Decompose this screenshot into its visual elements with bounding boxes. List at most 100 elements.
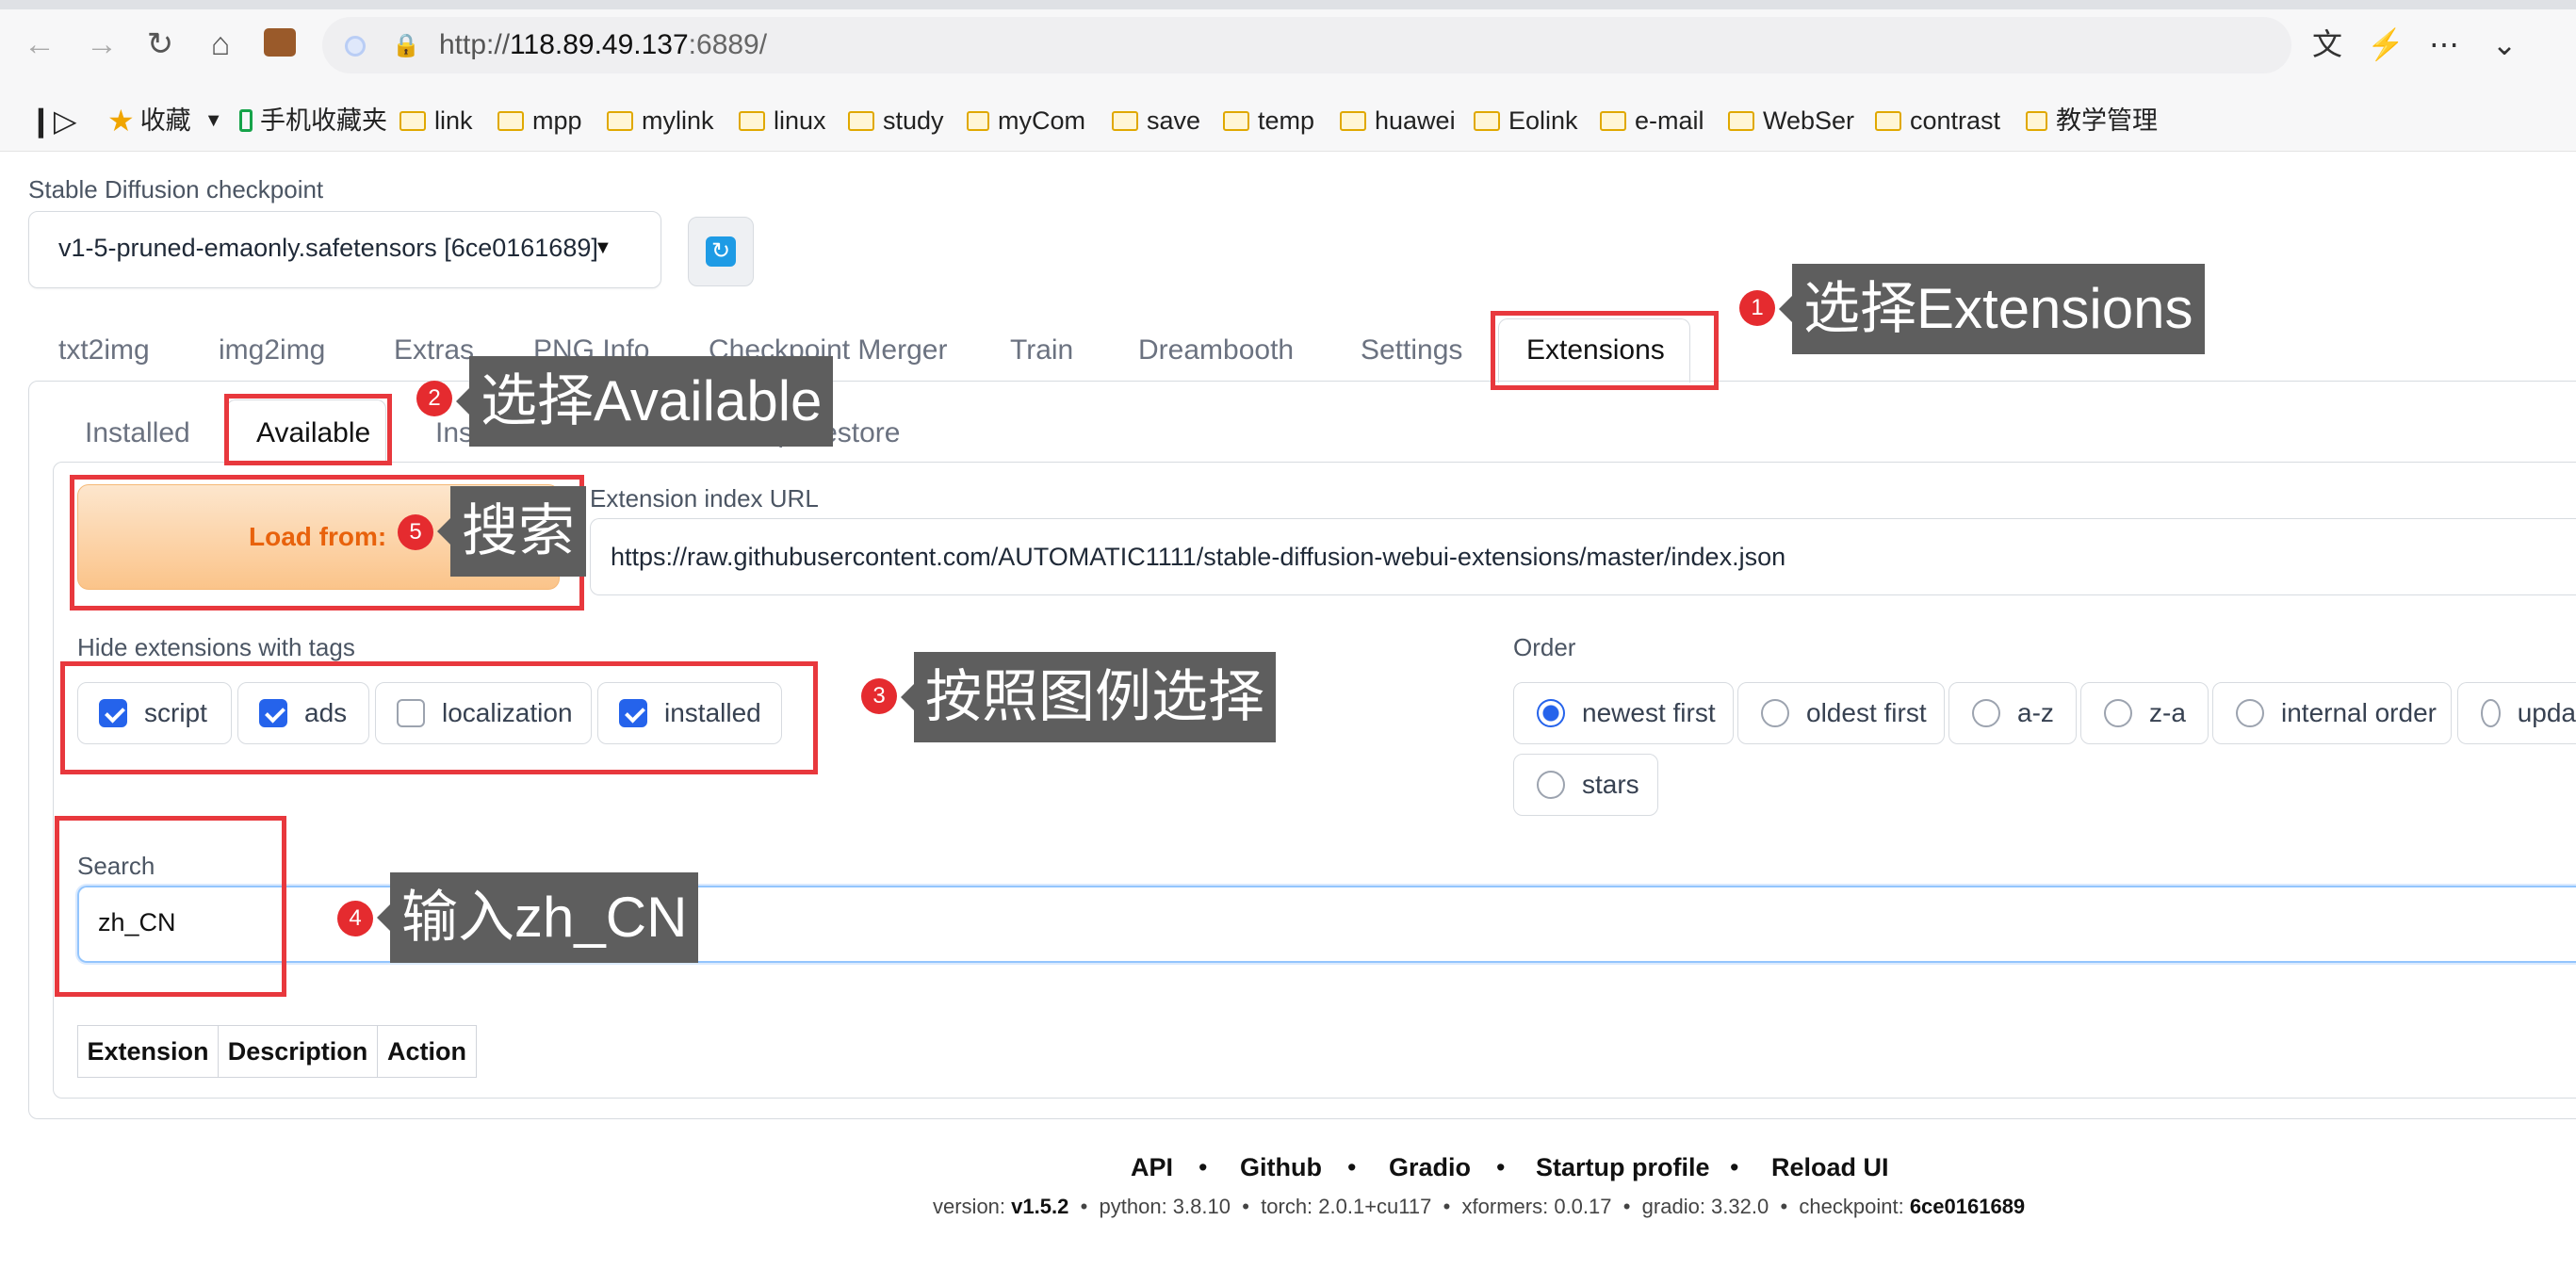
insecure-lock-icon: 🔒: [392, 33, 420, 58]
order-radio-update[interactable]: upda: [2457, 682, 2576, 744]
chevron-down-icon[interactable]: ⌄: [2484, 23, 2525, 66]
annotation-callout: 选择Available: [455, 356, 834, 447]
radio-unselected-icon[interactable]: [2481, 699, 2501, 727]
bookmark-mobile[interactable]: 手机收藏夹: [239, 94, 387, 147]
tab-strip: [0, 0, 2576, 9]
more-icon[interactable]: ⋯: [2423, 23, 2465, 66]
back-icon[interactable]: ←: [21, 25, 58, 63]
annotation-badge: 3: [861, 678, 897, 714]
briefcase-icon[interactable]: [264, 28, 296, 57]
tab-extras[interactable]: Extras: [394, 320, 474, 381]
sidebar-toggle-icon[interactable]: ❙▷: [28, 94, 76, 147]
bookmark-folder[interactable]: mpp: [497, 94, 582, 147]
bookmark-folder[interactable]: Eolink: [1474, 94, 1578, 147]
footer-link-gradio[interactable]: Gradio: [1389, 1153, 1471, 1182]
footer-separator: •: [1198, 1153, 1208, 1181]
star-icon: ★: [107, 104, 135, 138]
checkpoint-value: v1-5-pruned-emaonly.safetensors [6ce0161…: [58, 234, 598, 262]
footer-separator: •: [1496, 1153, 1506, 1181]
folder-icon: [739, 110, 765, 131]
caret-down-icon[interactable]: ▼: [204, 94, 223, 147]
reload-icon[interactable]: ↻: [141, 25, 179, 63]
footer-link-startup-profile[interactable]: Startup profile: [1536, 1153, 1710, 1182]
folder-icon: [1223, 110, 1249, 131]
annotation-callout: 搜索: [437, 486, 586, 577]
folder-icon: [399, 110, 426, 131]
folder-icon: [1875, 110, 1901, 131]
bookmark-folder[interactable]: e-mail: [1600, 94, 1704, 147]
annotation-badge: 4: [337, 901, 373, 936]
version-info: version: v1.5.2 • python: 3.8.10 • torch…: [933, 1195, 2026, 1218]
bookmark-folder[interactable]: 教学管理: [2026, 94, 2158, 147]
lightning-icon[interactable]: ⚡: [2365, 23, 2406, 66]
bookmark-folder[interactable]: study: [848, 94, 944, 147]
bookmark-folder[interactable]: save: [1112, 94, 1200, 147]
bookmark-folder[interactable]: huawei: [1340, 94, 1456, 147]
translate-icon[interactable]: 文: [2307, 23, 2348, 66]
order-radio-oldest[interactable]: oldest first: [1737, 682, 1945, 744]
annotation-callout: 选择Extensions: [1779, 264, 2205, 354]
radio-unselected-icon[interactable]: [1972, 699, 2000, 727]
bookmark-favorites[interactable]: ★ 收藏 ▼: [107, 94, 222, 147]
radio-unselected-icon[interactable]: [1537, 771, 1565, 799]
order-radio-internal[interactable]: internal order: [2212, 682, 2452, 744]
folder-icon: [497, 110, 524, 131]
footer-link-github[interactable]: Github: [1240, 1153, 1322, 1182]
highlight-search: [55, 816, 286, 997]
folder-icon: [607, 110, 633, 131]
highlight-hide-tags: [60, 661, 818, 774]
folder-icon: [848, 110, 874, 131]
radio-selected-icon[interactable]: [1537, 699, 1565, 727]
tab-txt2img[interactable]: txt2img: [58, 320, 150, 381]
folder-icon: [1600, 110, 1626, 131]
tab-train[interactable]: Train: [1010, 320, 1073, 381]
tab-settings[interactable]: Settings: [1361, 320, 1462, 381]
order-radio-az[interactable]: a-z: [1948, 682, 2077, 744]
order-radio-za[interactable]: z-a: [2080, 682, 2209, 744]
refresh-checkpoint-button[interactable]: ↻: [688, 217, 754, 286]
bookmark-folder[interactable]: WebSer: [1728, 94, 1854, 147]
tab-dreambooth[interactable]: Dreambooth: [1138, 320, 1294, 381]
subtab-installed[interactable]: Installed: [85, 405, 190, 462]
index-url-value: https://raw.githubusercontent.com/AUTOMA…: [611, 543, 1786, 571]
footer-link-api[interactable]: API: [1131, 1153, 1173, 1182]
order-label: Order: [1513, 633, 1576, 661]
folder-icon: [1474, 110, 1500, 131]
refresh-icon: ↻: [706, 236, 736, 267]
folder-icon: [1728, 110, 1754, 131]
annotation-callout: 输入zh_CN: [376, 872, 699, 963]
radio-unselected-icon[interactable]: [1761, 699, 1789, 727]
bookmark-folder[interactable]: mylink: [607, 94, 714, 147]
folder-icon: [967, 110, 989, 131]
index-url-label: Extension index URL: [590, 484, 819, 513]
radio-unselected-icon[interactable]: [2236, 699, 2264, 727]
bookmark-folder[interactable]: link: [399, 94, 473, 147]
hide-tags-label: Hide extensions with tags: [77, 633, 355, 661]
address-text[interactable]: http://118.89.49.137:6889/: [439, 26, 767, 64]
folder-icon: [1112, 110, 1138, 131]
order-radio-newest[interactable]: newest first: [1513, 682, 1734, 744]
bookmark-folder[interactable]: linux: [739, 94, 826, 147]
checkpoint-label: Stable Diffusion checkpoint: [28, 175, 324, 203]
table-header-cell: Extension: [78, 1026, 219, 1077]
bookmark-folder[interactable]: temp: [1223, 94, 1314, 147]
footer-separator: •: [1347, 1153, 1357, 1181]
home-icon[interactable]: ⌂: [202, 25, 239, 63]
footer-link-reload-ui[interactable]: Reload UI: [1771, 1153, 1889, 1182]
table-header-cell: Description: [219, 1026, 378, 1077]
bookmark-folder[interactable]: myCom: [967, 94, 1085, 147]
forward-icon[interactable]: →: [83, 25, 121, 63]
bookmark-folder[interactable]: contrast: [1875, 94, 2000, 147]
annotation-badge: 5: [398, 514, 433, 550]
table-header-cell: Action: [387, 1037, 466, 1066]
order-radio-stars[interactable]: stars: [1513, 754, 1658, 816]
tab-img2img[interactable]: img2img: [219, 320, 325, 381]
folder-icon: [1340, 110, 1366, 131]
site-info-icon[interactable]: [345, 36, 366, 57]
folder-icon: [2026, 110, 2047, 131]
phone-icon: [239, 109, 253, 132]
extensions-table-header: Extension Description Action: [77, 1025, 477, 1078]
radio-unselected-icon[interactable]: [2104, 699, 2132, 727]
highlight-available-tab: [224, 394, 392, 465]
annotation-badge: 1: [1739, 290, 1775, 326]
